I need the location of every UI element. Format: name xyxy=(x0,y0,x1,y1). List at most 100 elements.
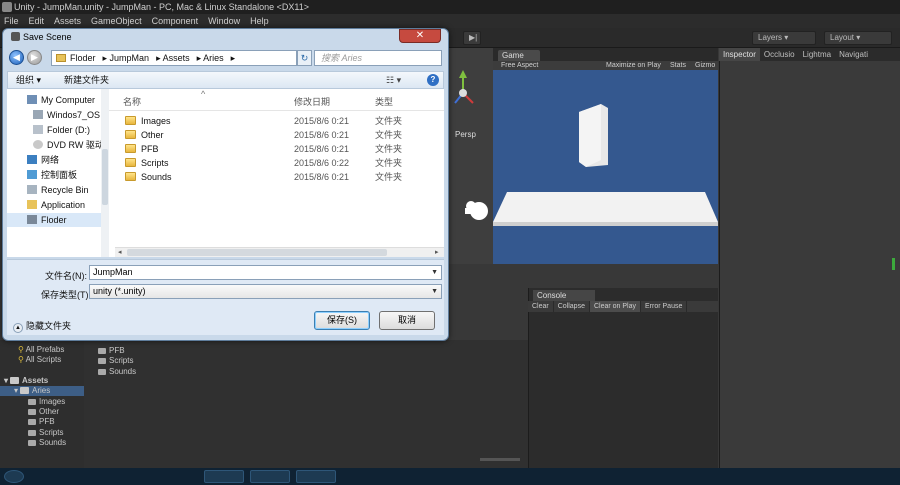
nav-floder[interactable]: Floder xyxy=(7,213,103,227)
nav-scrollbar[interactable] xyxy=(101,89,109,257)
chevron-up-icon: ▲ xyxy=(13,323,23,333)
filename-input[interactable]: JumpMan ▼ xyxy=(89,265,442,280)
tab-navigation[interactable]: Navigati xyxy=(835,48,872,61)
file-row[interactable]: PFB 2015/8/6 0:21 文件夹 xyxy=(115,142,435,156)
column-name[interactable]: 名称 xyxy=(123,95,141,108)
tree-images[interactable]: Images xyxy=(28,397,65,407)
breadcrumb[interactable]: Floder ▸ JumpMan ▸ Assets ▸ Aries ▸ xyxy=(51,50,297,66)
nav-folder-d[interactable]: Folder (D:) xyxy=(7,123,103,137)
folder-icon xyxy=(125,172,136,181)
asset-scripts[interactable]: Scripts xyxy=(98,356,133,366)
computer-icon xyxy=(27,95,37,104)
help-icon[interactable]: ? xyxy=(427,74,439,86)
aspect-dropdown[interactable]: Free Aspect xyxy=(501,61,538,70)
drive-icon xyxy=(33,110,43,119)
layout-dropdown[interactable]: Layout ▾ xyxy=(824,31,892,45)
game-toolbar: Free Aspect Maximize on Play Stats Gizmo xyxy=(493,61,718,70)
menu-component[interactable]: Component xyxy=(152,14,199,28)
tree-sounds[interactable]: Sounds xyxy=(28,438,66,448)
column-type[interactable]: 类型 xyxy=(375,95,393,108)
tree-aries[interactable]: ▾ Aries xyxy=(0,386,84,396)
chevron-down-icon[interactable]: ▼ xyxy=(431,285,438,298)
command-bar: 组织 ▾ 新建文件夹 ☷ ▾ ? xyxy=(7,71,444,89)
folder-icon xyxy=(20,387,30,394)
horizontal-scroll-thumb[interactable] xyxy=(127,249,387,256)
cancel-button[interactable]: 取消 xyxy=(379,311,435,330)
breadcrumb-floder[interactable]: Floder xyxy=(70,53,96,63)
tab-inspector[interactable]: Inspector xyxy=(719,48,760,61)
scene-view[interactable]: Persp xyxy=(449,48,493,264)
horizontal-scrollbar[interactable]: ◂ ▸ xyxy=(115,247,444,257)
nav-application[interactable]: Application xyxy=(7,198,103,212)
console-clear-on-play-button[interactable]: Clear on Play xyxy=(589,301,642,312)
asset-pfb[interactable]: PFB xyxy=(98,346,125,356)
gizmos-dropdown[interactable]: Gizmo xyxy=(695,61,715,70)
asset-sounds[interactable]: Sounds xyxy=(98,367,136,377)
file-row[interactable]: Images 2015/8/6 0:21 文件夹 xyxy=(115,114,435,128)
back-arrow-icon[interactable]: ◀ xyxy=(9,50,24,65)
taskbar-app-1[interactable] xyxy=(204,470,244,483)
console-error-pause-button[interactable]: Error Pause xyxy=(641,301,688,312)
nav-scroll-thumb[interactable] xyxy=(102,149,108,205)
network-icon xyxy=(27,155,37,164)
nav-recycle-bin[interactable]: Recycle Bin xyxy=(7,183,103,197)
breadcrumb-jumpman[interactable]: JumpMan xyxy=(110,53,150,63)
forward-arrow-icon[interactable]: ▶ xyxy=(27,50,42,65)
file-row[interactable]: Sounds 2015/8/6 0:21 文件夹 xyxy=(115,170,435,184)
menu-file[interactable]: File xyxy=(4,14,19,28)
column-date[interactable]: 修改日期 xyxy=(294,95,330,108)
breadcrumb-aries[interactable]: Aries xyxy=(203,53,224,63)
favorite-all-scripts[interactable]: ⚲ All Scripts xyxy=(18,355,61,365)
dialog-close-button[interactable]: ✕ xyxy=(399,29,441,43)
taskbar-app-3[interactable] xyxy=(296,470,336,483)
tab-game[interactable]: Game xyxy=(498,50,540,61)
menu-help[interactable]: Help xyxy=(250,14,269,28)
tree-assets[interactable]: ▾ Assets xyxy=(4,376,48,386)
chevron-down-icon[interactable]: ▼ xyxy=(431,266,438,279)
refresh-icon[interactable]: ↻ xyxy=(297,50,312,66)
folder-icon xyxy=(27,200,37,209)
file-row[interactable]: Scripts 2015/8/6 0:22 文件夹 xyxy=(115,156,435,170)
menu-window[interactable]: Window xyxy=(208,14,240,28)
tab-lightmapping[interactable]: Lightma xyxy=(799,48,835,61)
file-row[interactable]: Other 2015/8/6 0:21 文件夹 xyxy=(115,128,435,142)
console-clear-button[interactable]: Clear xyxy=(528,301,554,312)
favorite-all-prefabs[interactable]: ⚲ All Prefabs xyxy=(18,345,64,355)
taskbar-app-2[interactable] xyxy=(250,470,290,483)
nav-control-panel[interactable]: 控制面板 xyxy=(7,168,103,182)
nav-windows-drive[interactable]: Windos7_OS ( xyxy=(7,108,106,122)
view-options-icon[interactable]: ☷ ▾ xyxy=(386,72,401,88)
folder-icon xyxy=(98,358,106,364)
filetype-select[interactable]: unity (*.unity) ▼ xyxy=(89,284,442,299)
control-panel-icon xyxy=(27,170,37,179)
breadcrumb-assets[interactable]: Assets xyxy=(163,53,190,63)
tab-occlusion[interactable]: Occlusio xyxy=(760,48,799,61)
nav-my-computer[interactable]: My Computer xyxy=(7,93,103,107)
tree-pfb[interactable]: PFB xyxy=(28,417,55,427)
organize-menu[interactable]: 组织 ▾ xyxy=(16,72,41,88)
tree-scripts[interactable]: Scripts xyxy=(28,428,63,438)
zoom-slider[interactable] xyxy=(480,458,520,461)
stats-toggle[interactable]: Stats xyxy=(670,61,686,70)
hide-folders-toggle[interactable]: ▲ 隐藏文件夹 xyxy=(13,319,71,333)
game-viewport[interactable] xyxy=(493,70,718,264)
nav-network[interactable]: 网络 xyxy=(7,153,103,167)
save-button[interactable]: 保存(S) xyxy=(314,311,370,330)
layers-dropdown[interactable]: Layers ▾ xyxy=(752,31,816,45)
menu-edit[interactable]: Edit xyxy=(29,14,45,28)
scroll-right-icon[interactable]: ▸ xyxy=(435,248,439,256)
scroll-left-icon[interactable]: ◂ xyxy=(118,248,122,256)
step-button[interactable]: ▶| xyxy=(463,31,481,45)
start-button[interactable] xyxy=(4,470,24,483)
menu-gameobject[interactable]: GameObject xyxy=(91,14,142,28)
maximize-on-play-toggle[interactable]: Maximize on Play xyxy=(606,61,661,70)
new-folder-button[interactable]: 新建文件夹 xyxy=(64,72,109,88)
search-input[interactable]: 搜索 Aries xyxy=(314,50,442,66)
scene-gizmo-icon[interactable] xyxy=(449,48,493,264)
tab-console[interactable]: Console xyxy=(533,290,595,301)
nav-dvd-drive[interactable]: DVD RW 驱动 xyxy=(7,138,104,152)
menu-assets[interactable]: Assets xyxy=(54,14,81,28)
console-collapse-button[interactable]: Collapse xyxy=(554,301,590,312)
filename-label: 文件名(N): xyxy=(45,271,87,281)
tree-other[interactable]: Other xyxy=(28,407,59,417)
